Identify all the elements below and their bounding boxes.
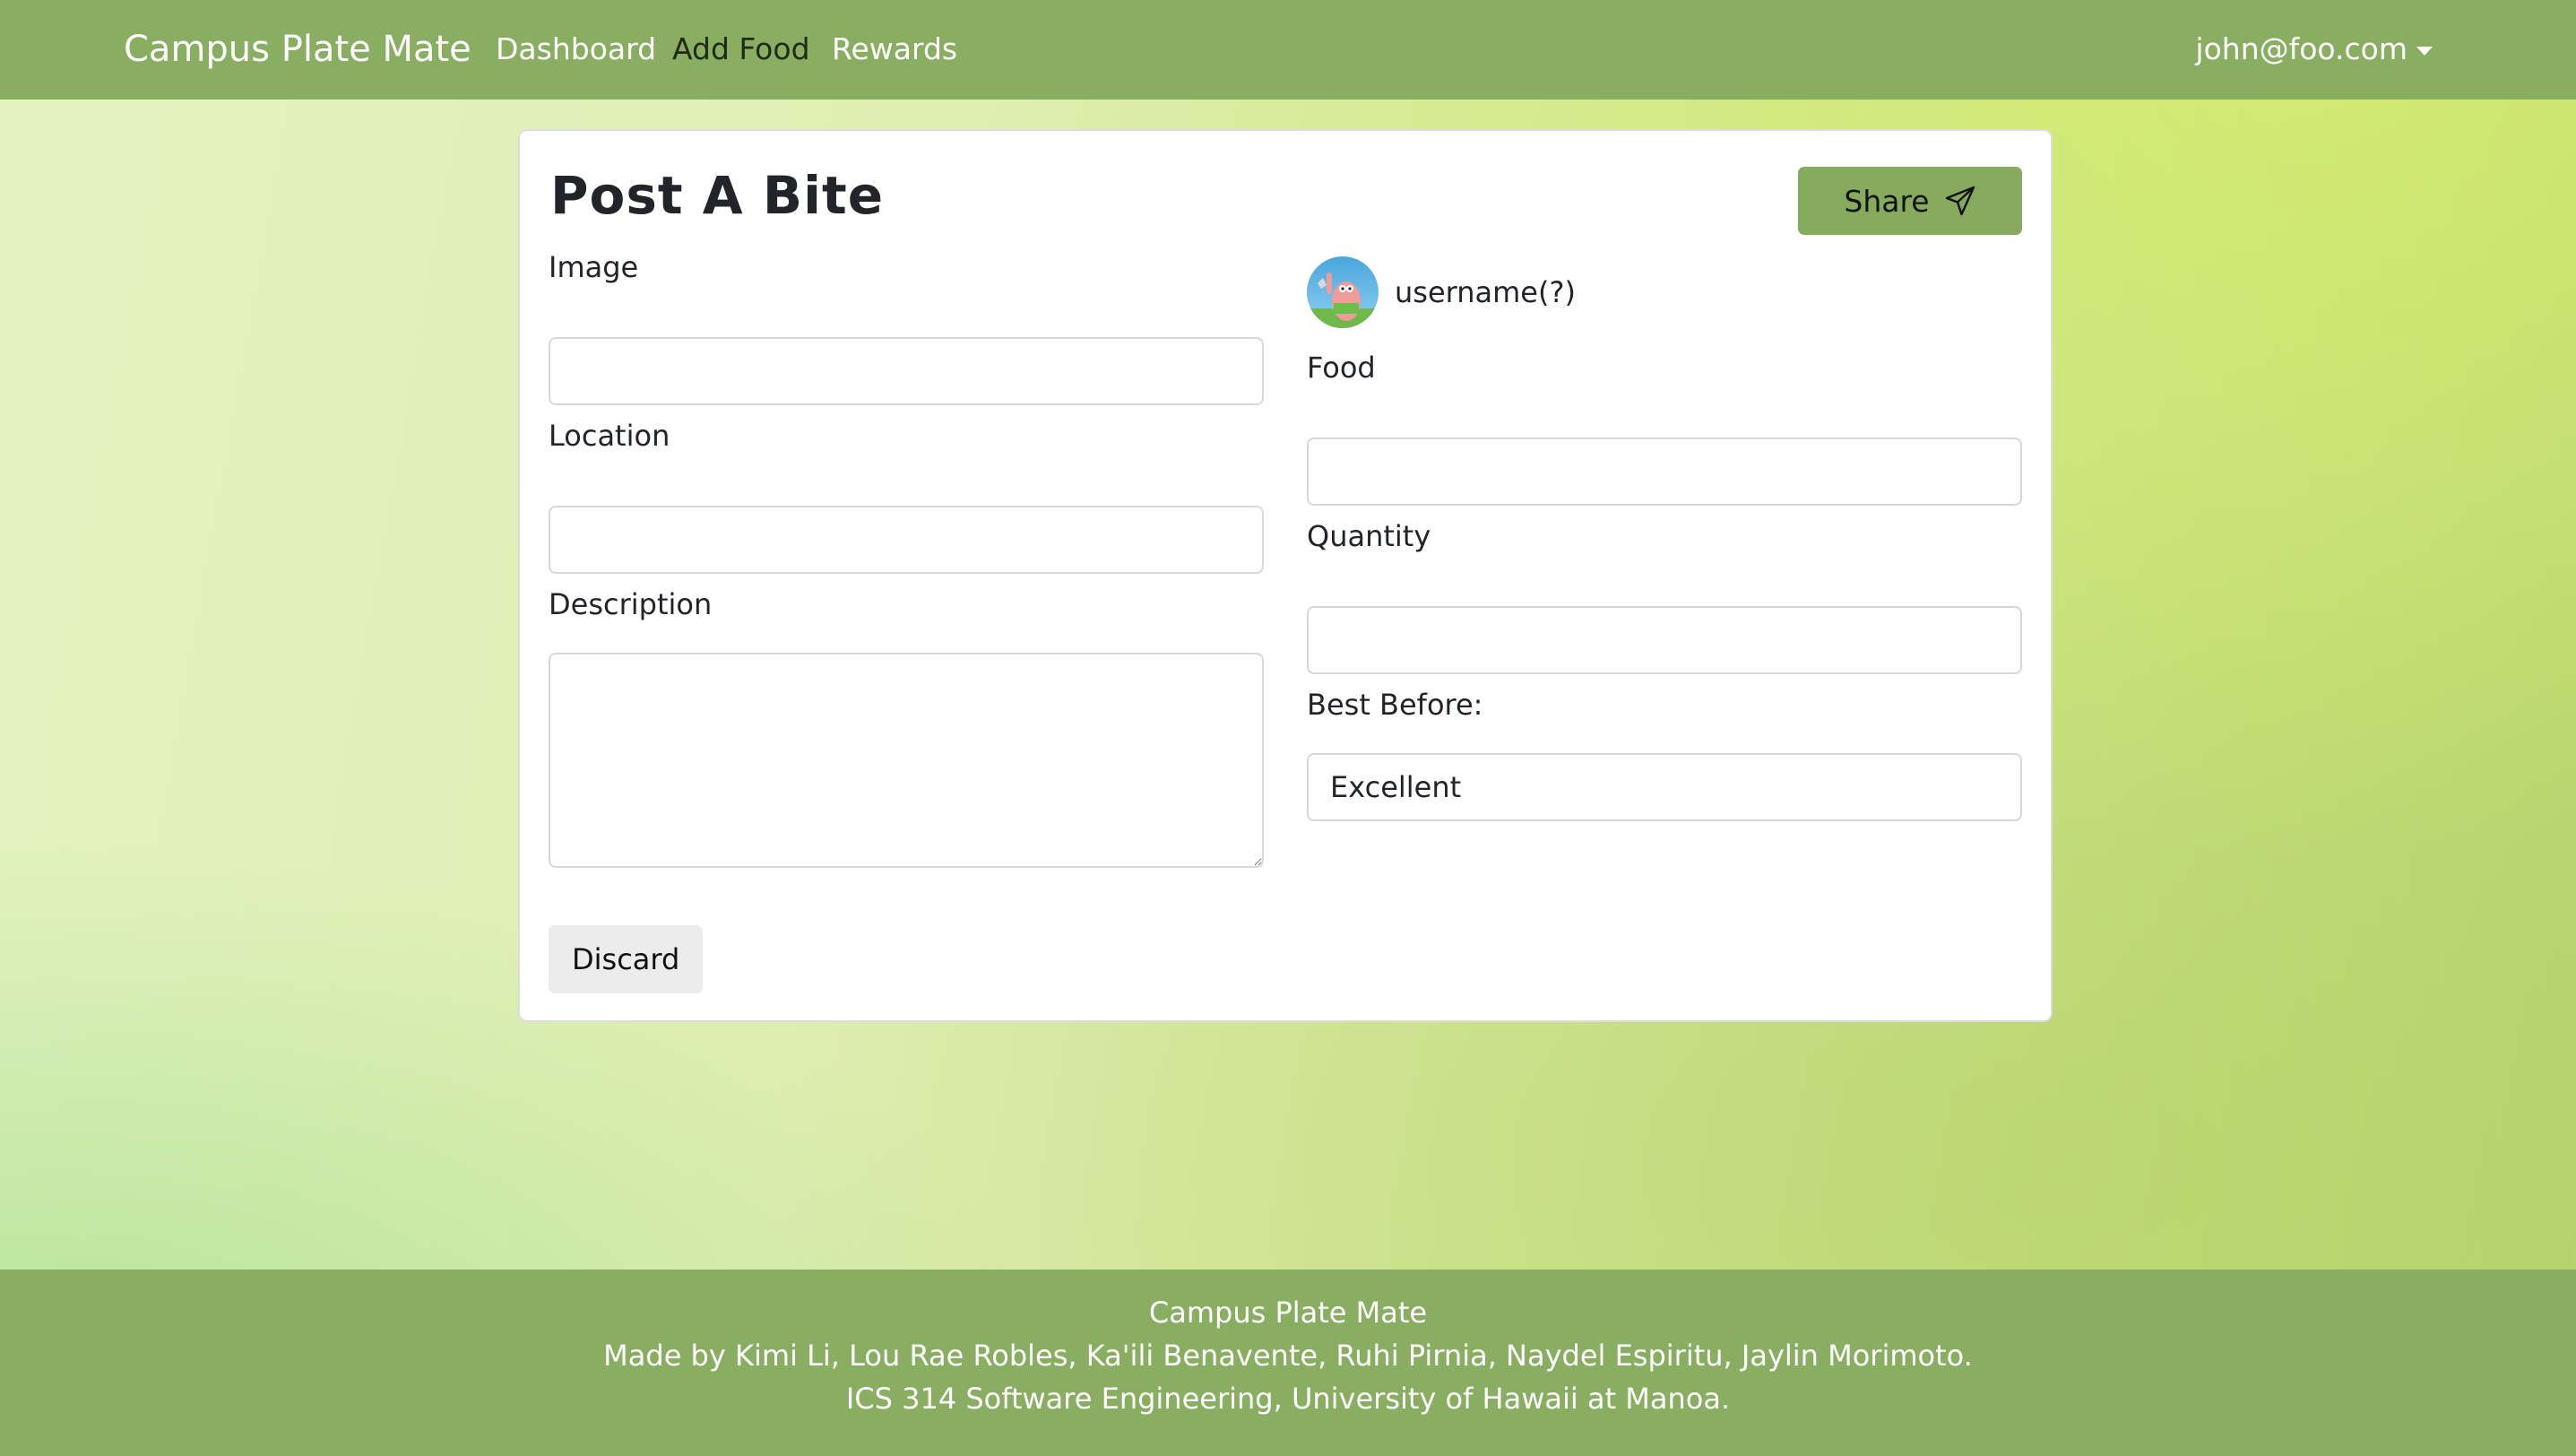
share-button[interactable]: Share <box>1798 167 2022 235</box>
send-icon <box>1945 186 1975 216</box>
food-input[interactable] <box>1307 438 2022 506</box>
username-label: username(?) <box>1395 275 1576 309</box>
nav-add-food[interactable]: Add Food <box>672 29 810 70</box>
user-menu-dropdown[interactable]: john@foo.com <box>2195 29 2433 70</box>
location-label: Location <box>549 419 670 453</box>
brand-link[interactable]: Campus Plate Mate <box>124 25 471 74</box>
share-button-label: Share <box>1844 183 1930 219</box>
footer-app-name: Campus Plate Mate <box>1148 1296 1428 1330</box>
avatar <box>1307 256 1379 328</box>
image-label: Image <box>549 250 639 284</box>
discard-button[interactable]: Discard <box>549 925 704 993</box>
description-label: Description <box>549 587 713 621</box>
post-form-card: Post A Bite Share Image Location Descrip… <box>518 129 2053 1022</box>
description-textarea[interactable] <box>549 653 1264 868</box>
navbar: Campus Plate Mate Dashboard Add Food Rew… <box>0 0 2576 100</box>
avatar-image <box>1307 256 1379 328</box>
nav-dashboard[interactable]: Dashboard <box>496 29 656 70</box>
best-before-input[interactable] <box>1307 753 2022 821</box>
best-before-label: Best Before: <box>1307 688 1483 722</box>
user-email: john@foo.com <box>2195 31 2407 66</box>
nav-rewards[interactable]: Rewards <box>832 29 957 70</box>
food-label: Food <box>1307 351 1376 385</box>
footer-credits: Made by Kimi Li, Lou Rae Robles, Ka'ili … <box>603 1339 1973 1373</box>
quantity-input[interactable] <box>1307 606 2022 674</box>
quantity-label: Quantity <box>1307 519 1431 553</box>
footer-course: ICS 314 Software Engineering, University… <box>845 1382 1731 1416</box>
image-input[interactable] <box>549 337 1264 405</box>
footer: Campus Plate Mate Made by Kimi Li, Lou R… <box>0 1270 2576 1456</box>
caret-down-icon <box>2416 47 2433 56</box>
page-title: Post A Bite <box>550 165 885 226</box>
location-input[interactable] <box>549 506 1264 574</box>
